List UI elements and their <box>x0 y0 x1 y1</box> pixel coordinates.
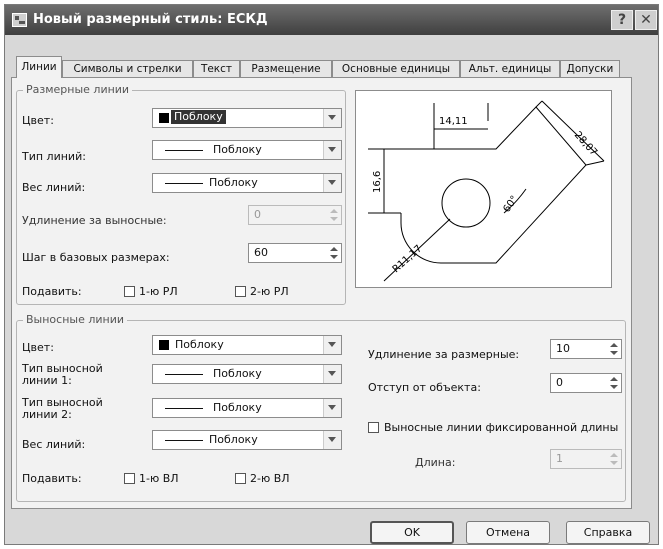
tab-symbols-arrows[interactable]: Символы и стрелки <box>62 60 193 77</box>
dim-linetype-select[interactable]: Поблоку <box>152 140 342 160</box>
tab-lines[interactable]: Линии <box>16 56 62 78</box>
fixed-length-checkbox[interactable] <box>368 422 379 433</box>
extend-beyond-ticks-label: Удлинение за выносные: <box>22 214 167 227</box>
extend-beyond-ticks-value: 0 <box>254 208 261 221</box>
baseline-spacing-label: Шаг в базовых размерах: <box>22 251 170 264</box>
ok-button[interactable]: OK <box>370 521 454 544</box>
ext-linetype2-value: Поблоку <box>213 401 262 414</box>
chevron-down-icon[interactable] <box>323 174 341 192</box>
color-swatch <box>159 113 169 123</box>
ext-linetype2-label: Тип выносной линии 2: <box>22 396 103 421</box>
preview-dim-radius: R11,17 <box>391 243 425 275</box>
spinner-arrows[interactable] <box>607 340 621 358</box>
linetype-sample <box>165 374 203 375</box>
chevron-down-icon[interactable] <box>323 109 341 127</box>
chevron-down-icon[interactable] <box>323 141 341 159</box>
dim-lineweight-select[interactable]: Поблоку <box>152 173 342 193</box>
suppress-ext-line-1-checkbox[interactable] <box>124 473 135 484</box>
window-title: Новый размерный стиль: ЕСКД <box>33 12 268 27</box>
extend-beyond-dim-label: Удлинение за размерные: <box>368 348 520 361</box>
dim-linetype-label: Тип линий: <box>22 150 86 163</box>
chevron-down-icon[interactable] <box>323 431 341 449</box>
ext-color-label: Цвет: <box>22 341 54 354</box>
offset-from-origin-value: 0 <box>556 376 563 389</box>
tab-primary-units[interactable]: Основные единицы <box>332 60 460 77</box>
suppress-ext-line-1-label: 1-ю ВЛ <box>139 472 179 485</box>
preview-drawing: 14,11 16,6 28,07 60° R11,17 <box>368 100 605 282</box>
dim-lineweight-label: Вес линий: <box>22 181 86 194</box>
suppress-ext-line-2-checkbox[interactable] <box>235 473 246 484</box>
dim-color-label: Цвет: <box>22 114 54 127</box>
linetype-sample <box>165 150 203 151</box>
dialog-icon <box>12 13 27 27</box>
suppress-dim-line-1-label: 1-ю РЛ <box>139 285 178 298</box>
extend-beyond-dim-value: 10 <box>556 342 570 355</box>
lineweight-sample <box>165 183 203 184</box>
length-value: 1 <box>556 452 563 465</box>
help-icon[interactable]: ? <box>611 10 633 30</box>
close-icon[interactable]: ✕ <box>635 10 657 30</box>
length-label: Длина: <box>415 456 456 469</box>
extend-beyond-dim-spinner[interactable]: 10 <box>550 339 622 359</box>
chevron-down-icon[interactable] <box>323 336 341 354</box>
lineweight-sample <box>165 440 203 441</box>
help-button[interactable]: Справка <box>566 521 650 544</box>
baseline-spacing-spinner[interactable]: 60 <box>248 243 342 263</box>
ext-lineweight-value: Поблоку <box>209 433 258 446</box>
ext-linetype1-label: Тип выносной линии 1: <box>22 362 103 387</box>
suppress-dim-line-2-checkbox[interactable] <box>235 286 246 297</box>
suppress-dim-line-1-checkbox[interactable] <box>124 286 135 297</box>
tab-text[interactable]: Текст <box>193 60 240 77</box>
group-title: Размерные линии <box>23 83 133 96</box>
linetype-sample <box>165 408 203 409</box>
ext-linetype1-value: Поблоку <box>213 367 262 380</box>
ext-suppress-label: Подавить: <box>22 472 82 485</box>
chevron-down-icon[interactable] <box>323 399 341 417</box>
dim-suppress-label: Подавить: <box>22 285 82 298</box>
offset-from-origin-label: Отступ от объекта: <box>368 381 481 394</box>
color-swatch <box>159 340 169 350</box>
ext-color-value: Поблоку <box>175 338 224 351</box>
offset-from-origin-spinner[interactable]: 0 <box>550 373 622 393</box>
tab-tolerances[interactable]: Допуски <box>560 60 620 77</box>
suppress-ext-line-2-label: 2-ю ВЛ <box>250 472 290 485</box>
spinner-arrows <box>607 450 621 468</box>
ext-lineweight-select[interactable]: Поблоку <box>152 430 342 450</box>
dim-linetype-value: Поблоку <box>213 143 262 156</box>
dim-lineweight-value: Поблоку <box>209 176 258 189</box>
chevron-down-icon[interactable] <box>323 365 341 383</box>
tab-fit[interactable]: Размещение <box>240 60 332 77</box>
tab-alternate-units[interactable]: Альт. единицы <box>460 60 560 77</box>
suppress-dim-line-2-label: 2-ю РЛ <box>250 285 289 298</box>
spinner-arrows[interactable] <box>607 374 621 392</box>
dimension-preview: 14,11 16,6 28,07 60° R11,17 <box>355 90 612 288</box>
fixed-length-label: Выносные линии фиксированной длины <box>384 421 619 434</box>
ext-lineweight-label: Вес линий: <box>22 438 86 451</box>
ext-linetype2-select[interactable]: Поблоку <box>152 398 342 418</box>
title-bar[interactable]: Новый размерный стиль: ЕСКД ? ✕ <box>5 5 658 35</box>
preview-dim-left: 16,6 <box>372 171 383 193</box>
spinner-arrows <box>327 206 341 224</box>
extend-beyond-ticks-spinner: 0 <box>248 205 342 225</box>
ext-color-select[interactable]: Поблоку <box>152 335 342 355</box>
length-spinner: 1 <box>550 449 622 469</box>
dim-color-value: Поблоку <box>171 110 226 124</box>
preview-dim-angle: 60° <box>501 194 520 215</box>
preview-dim-top: 14,11 <box>439 116 468 127</box>
baseline-spacing-value: 60 <box>254 246 268 259</box>
cancel-button[interactable]: Отмена <box>466 521 550 544</box>
spinner-arrows[interactable] <box>327 244 341 262</box>
group-title: Выносные линии <box>23 313 128 326</box>
dim-color-select[interactable]: Поблоку <box>152 108 342 128</box>
ext-linetype1-select[interactable]: Поблоку <box>152 364 342 384</box>
